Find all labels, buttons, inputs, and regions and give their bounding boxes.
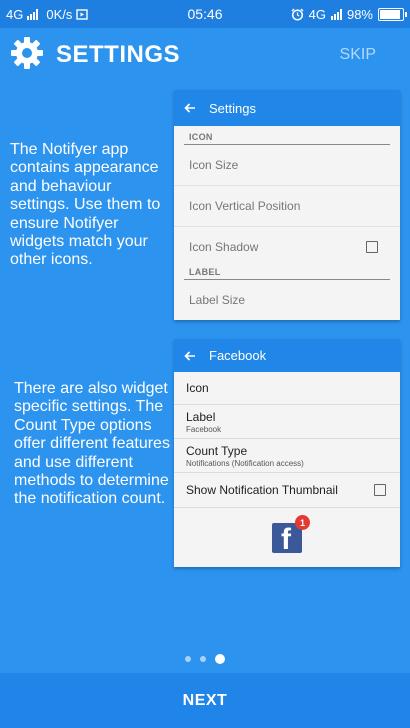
gear-icon: [11, 37, 43, 69]
page-dot-2: [200, 656, 206, 662]
setting-icon-vertical-position[interactable]: Icon Vertical Position: [174, 186, 400, 227]
show-thumbnail-checkbox[interactable]: [374, 484, 386, 496]
widget-setting-value: Notifications (Notification access): [186, 458, 304, 468]
widget-setting-value: Facebook: [186, 424, 222, 434]
battery-fill: [380, 9, 400, 19]
widget-setting-text: Label Facebook: [186, 410, 221, 434]
description-settings: The Notifyer app contains appearance and…: [10, 141, 161, 269]
page-dot-1: [185, 656, 191, 662]
setting-label: Icon Vertical Position: [189, 199, 301, 213]
battery-icon: [378, 7, 407, 21]
facebook-card-toolbar: Facebook: [174, 339, 400, 372]
widget-setting-label: Show Notification Thumbnail: [186, 483, 338, 497]
signal-icon-right: [330, 8, 342, 20]
next-button[interactable]: NEXT: [0, 673, 410, 728]
widget-setting-label: Label: [186, 409, 216, 424]
skip-button[interactable]: SKIP: [340, 46, 376, 64]
setting-icon-size[interactable]: Icon Size: [174, 145, 400, 186]
setting-label: Icon Shadow: [189, 240, 259, 254]
setting-label-size[interactable]: Label Size: [174, 280, 400, 320]
page-dot-3: [215, 654, 225, 664]
setting-icon-shadow[interactable]: Icon Shadow: [174, 227, 400, 267]
setting-label: Label Size: [189, 293, 246, 307]
facebook-logo-letter: f: [281, 523, 291, 556]
status-bar: 4G 0K/s 05:46 4G 98%: [0, 0, 410, 28]
facebook-card-title: Facebook: [209, 348, 267, 363]
widget-setting-label: Icon: [186, 381, 209, 395]
page-title: SETTINGS: [56, 41, 181, 68]
widget-setting-label[interactable]: Label Facebook: [174, 405, 400, 439]
section-header-icon: ICON: [189, 132, 213, 142]
notification-count-badge: 1: [295, 515, 310, 530]
network-type-right: 4G: [308, 6, 326, 22]
battery-percent: 98%: [346, 6, 373, 22]
header: SETTINGS SKIP: [0, 30, 410, 78]
widget-setting-label: Count Type: [186, 443, 248, 458]
description-widget-settings: There are also widget specific settings.…: [14, 380, 170, 508]
widget-preview: f 1: [174, 508, 400, 567]
settings-card-toolbar: Settings: [174, 90, 400, 126]
facebook-preview-card: Facebook Icon Label Facebook Count Type …: [174, 339, 400, 567]
back-arrow-icon: [184, 103, 195, 113]
widget-setting-text: Count Type Notifications (Notification a…: [186, 444, 304, 468]
page-indicator: [0, 654, 410, 664]
section-header-label: LABEL: [189, 267, 221, 277]
icon-shadow-checkbox[interactable]: [366, 241, 378, 253]
next-label: NEXT: [182, 691, 228, 709]
setting-label: Icon Size: [189, 158, 239, 172]
settings-preview-card: Settings ICON Icon Size Icon Vertical Po…: [174, 90, 400, 320]
widget-setting-show-thumbnail[interactable]: Show Notification Thumbnail: [174, 473, 400, 508]
alarm-icon: [291, 8, 304, 21]
settings-card-title: Settings: [209, 100, 256, 116]
facebook-icon: f 1: [272, 515, 310, 556]
status-right: 4G 98%: [291, 0, 407, 28]
widget-setting-count-type[interactable]: Count Type Notifications (Notification a…: [174, 439, 400, 473]
widget-setting-icon[interactable]: Icon: [174, 372, 400, 405]
back-arrow-icon: [184, 350, 195, 361]
